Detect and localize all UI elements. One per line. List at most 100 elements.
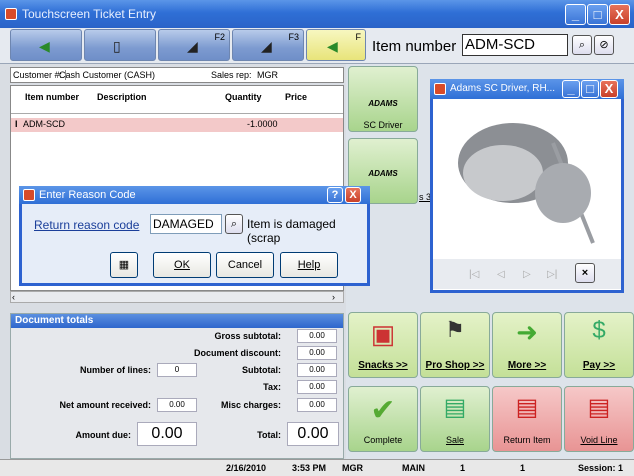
subtotal-value: 0.00 [297, 363, 337, 377]
image-nav-bar: |◁ ◁ ▷ ▷| × [433, 259, 621, 289]
more-button[interactable]: ➜ More >> [492, 312, 562, 378]
snacks-icon: ▣ [370, 319, 396, 349]
cancel-button[interactable]: Cancel [216, 252, 274, 278]
col-quantity[interactable]: Quantity [225, 92, 262, 102]
status-user: MGR [342, 463, 363, 473]
close-button[interactable]: X [600, 80, 618, 98]
gross-subtotal-value: 0.00 [297, 329, 337, 343]
search-icon[interactable]: ⌕ [572, 35, 592, 55]
doc-discount-value: 0.00 [297, 346, 337, 360]
toolbar-back-button[interactable]: ◀ [10, 29, 82, 61]
item-number-label: Item number [372, 38, 457, 55]
toolbar-document-button[interactable]: ▯ [84, 29, 156, 61]
toolbar-f3-button[interactable]: F3 ◢ [232, 29, 304, 61]
amount-due-label: Amount due: [75, 430, 132, 440]
status-date: 2/16/2010 [226, 463, 267, 473]
salesrep-label: Sales rep: [211, 70, 252, 80]
maximize-button[interactable]: □ [581, 80, 599, 98]
gross-subtotal-label: Gross subtotal: [214, 331, 281, 341]
last-icon[interactable]: ▷| [547, 269, 557, 280]
document-plus-icon: ▤ [443, 394, 467, 421]
help-button[interactable]: Help [280, 252, 338, 278]
tax-value: 0.00 [297, 380, 337, 394]
arrow-right-icon: ➜ [516, 317, 538, 347]
item-number-input[interactable]: ADM-SCD [462, 34, 568, 56]
app-icon [23, 189, 35, 201]
dialog-title: Enter Reason Code [39, 189, 136, 201]
status-bar: 2/16/2010 3:53 PM MGR MAIN 1 1 Session: … [0, 459, 634, 476]
reason-code-input[interactable]: DAMAGED [150, 214, 222, 234]
col-description[interactable]: Description [97, 92, 147, 102]
customer-value[interactable]: Cash Customer (CASH) [59, 70, 155, 80]
arrow-icon: ◀ [327, 38, 338, 54]
dialog-titlebar: Enter Reason Code ? X [19, 186, 370, 204]
amount-due-value: 0.00 [137, 422, 197, 446]
window-title: Touchscreen Ticket Entry [22, 7, 157, 21]
title-bar: Touchscreen Ticket Entry _ □ X [0, 0, 634, 28]
item-image-window: Adams SC Driver, RH... _ □ X |◁ ◁ ▷ ▷| × [430, 79, 624, 293]
row-quantity: -1.0000 [247, 119, 278, 129]
misc-label: Misc charges: [220, 400, 281, 410]
grid-icon[interactable]: ▦ [110, 252, 138, 278]
complete-button[interactable]: ✔ Complete [348, 386, 418, 452]
col-price[interactable]: Price [285, 92, 307, 102]
pay-button[interactable]: $ Pay >> [564, 312, 634, 378]
app-icon [5, 8, 17, 20]
arrow-left-icon: ◀ [39, 38, 50, 54]
document-x-icon: ▤ [587, 394, 611, 421]
horizontal-scrollbar[interactable]: ‹ › [10, 291, 344, 303]
maximize-button[interactable]: □ [587, 4, 608, 25]
status-field2: 1 [520, 463, 526, 473]
prev-icon[interactable]: ◁ [497, 269, 505, 280]
pro-shop-button[interactable]: ⚑ Pro Shop >> [420, 312, 490, 378]
search-icon[interactable]: ⌕ [225, 214, 243, 234]
misc-value: 0.00 [297, 398, 337, 412]
total-label: Total: [257, 430, 281, 440]
app-icon [434, 83, 446, 95]
adams-sc-driver-button[interactable]: ADAMS SC Driver [348, 66, 418, 132]
image-window-title: Adams SC Driver, RH... [450, 83, 556, 94]
status-session: Session: 1 [578, 463, 624, 473]
scroll-right-icon[interactable]: › [332, 292, 342, 302]
close-image-button[interactable]: × [575, 263, 595, 283]
golf-icon: ⚑ [445, 317, 465, 342]
ok-button[interactable]: OK [153, 252, 211, 278]
minimize-button[interactable]: _ [562, 80, 580, 98]
status-time: 3:53 PM [292, 463, 327, 473]
first-icon[interactable]: |◁ [469, 269, 479, 280]
salesrep-value[interactable]: MGR [257, 70, 278, 80]
minimize-button[interactable]: _ [565, 4, 586, 25]
golf-driver-image [458, 123, 595, 244]
image-window-titlebar: Adams SC Driver, RH... _ □ X [430, 79, 624, 99]
return-item-button[interactable]: ▤ Return Item [492, 386, 562, 452]
customer-bar: Customer #: Cash Customer (CASH) Sales r… [10, 67, 344, 83]
sale-button[interactable]: ▤ Sale [420, 386, 490, 452]
clear-icon[interactable]: ⊘ [594, 35, 614, 55]
reason-description: Item is damaged (scrap [247, 217, 336, 245]
next-icon[interactable]: ▷ [523, 269, 531, 280]
col-item-number[interactable]: Item number [25, 92, 79, 102]
status-store: MAIN [402, 463, 425, 473]
document-icon: ▯ [113, 38, 121, 54]
lines-label: Number of lines: [79, 365, 151, 375]
toolbar-f-button[interactable]: F ◀ [306, 29, 366, 61]
dialog-close-button[interactable]: X [345, 187, 361, 203]
net-received-label: Net amount received: [59, 400, 151, 410]
scroll-left-icon[interactable]: ‹ [12, 292, 22, 302]
reason-code-dialog: Enter Reason Code ? X Return reason code… [19, 186, 370, 286]
row-cursor: I [15, 119, 18, 129]
snacks-button[interactable]: ▣ Snacks >> [348, 312, 418, 378]
close-button[interactable]: X [609, 4, 630, 25]
subtotal-label: Subtotal: [242, 365, 281, 375]
shoe-icon: ◢ [187, 38, 198, 54]
money-icon: $ [592, 317, 606, 344]
grid-header: Item number Description Quantity Price [11, 86, 343, 114]
shoe-icon: ◢ [261, 38, 272, 54]
doc-discount-label: Document discount: [194, 348, 281, 358]
total-value: 0.00 [287, 422, 339, 446]
table-row[interactable]: I ADM-SCD -1.0000 [11, 118, 343, 132]
toolbar-f2-button[interactable]: F2 ◢ [158, 29, 230, 61]
check-icon: ✔ [370, 394, 396, 427]
dialog-help-button[interactable]: ? [327, 187, 343, 203]
void-line-button[interactable]: ▤ Void Line [564, 386, 634, 452]
